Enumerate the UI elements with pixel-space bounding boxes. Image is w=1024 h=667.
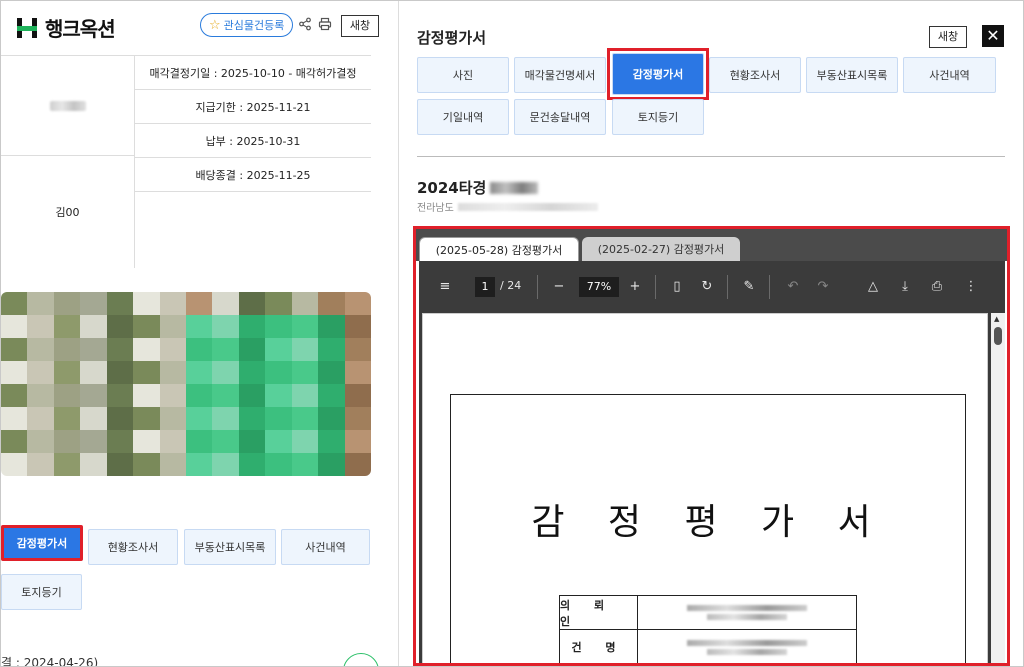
left-panel: 행크옥션 ☆ 관심물건등록 새창 김00 매각결정기일 : 2025-10-10… <box>1 1 399 667</box>
toolbar-separator <box>655 275 656 299</box>
blurred-text <box>49 100 86 111</box>
floating-circle-button[interactable] <box>343 653 379 666</box>
doc-label-subject: 건 명 <box>560 630 638 663</box>
info-left-column: 김00 <box>1 56 135 268</box>
left-btn-property-list[interactable]: 부동산표시목록 <box>184 529 276 565</box>
logo-text: 행크옥션 <box>45 17 116 41</box>
page-total: / 24 <box>500 279 522 292</box>
app-window: 행크옥션 ☆ 관심물건등록 새창 김00 매각결정기일 : 2025-10-10… <box>0 0 1024 667</box>
tab-sale-specification[interactable]: 매각물건명세서 <box>514 57 606 93</box>
download-icon[interactable]: ⤓ <box>897 279 913 295</box>
blurred-case-suffix <box>490 181 539 194</box>
doc-row-client: 의 뢰 인 <box>560 596 856 630</box>
owner-cell: 김00 <box>55 206 80 219</box>
property-photo-pixelated[interactable] <box>1 292 371 476</box>
panel-new-window-button[interactable]: 새창 <box>929 26 967 48</box>
tab-schedule[interactable]: 기일내역 <box>417 99 509 135</box>
logo[interactable]: 행크옥션 <box>15 13 116 42</box>
info-row-distribution: 배당종결 : 2025-11-25 <box>135 158 371 192</box>
pdf-page: 감 정 평 가 서 의 뢰 인 건 명 <box>422 313 988 663</box>
left-btn-appraisal[interactable]: 감정평가서 <box>1 525 83 561</box>
pdf-scrollbar[interactable]: ▲ <box>991 313 1005 663</box>
zoom-in-icon[interactable]: + <box>627 279 643 295</box>
toolbar-separator <box>537 275 538 299</box>
info-row-payment-deadline: 지급기한 : 2025-11-21 <box>135 90 371 124</box>
toolbar-separator <box>769 275 770 299</box>
viewer-tab-2025-05-28[interactable]: (2025-05-28) 감정평가서 <box>419 237 579 261</box>
page-number-input[interactable]: 1 <box>475 277 495 297</box>
left-btn-case-history[interactable]: 사건내역 <box>281 529 370 565</box>
logo-icon <box>15 16 39 40</box>
viewer-tab-2025-02-27[interactable]: (2025-02-27) 감정평가서 <box>582 237 740 261</box>
toolbar-separator <box>727 275 728 299</box>
highlight-box-tab <box>607 48 709 100</box>
new-window-button[interactable]: 새창 <box>341 15 379 37</box>
scroll-thumb[interactable] <box>994 327 1002 345</box>
left-btn-status-report[interactable]: 현황조사서 <box>88 529 178 565</box>
print-icon[interactable]: ⎙ <box>929 279 945 295</box>
tab-land-registry[interactable]: 토지등기 <box>612 99 704 135</box>
info-row-payment: 납부 : 2025-10-31 <box>135 124 371 158</box>
favorite-button[interactable]: ☆ 관심물건등록 <box>200 13 294 37</box>
left-btn-land-registry[interactable]: 토지등기 <box>1 574 82 610</box>
blurred-address <box>457 202 598 211</box>
zoom-out-icon[interactable]: − <box>551 279 567 295</box>
divider <box>417 156 1005 157</box>
panel-title: 감정평가서 <box>417 29 487 47</box>
zoom-level-input[interactable]: 77% <box>579 277 619 297</box>
doc-label-client: 의 뢰 인 <box>560 596 638 629</box>
undo-icon[interactable]: ↶ <box>785 279 801 295</box>
auction-info-table: 김00 매각결정기일 : 2025-10-10 - 매각허가결정 지급기한 : … <box>1 55 371 268</box>
draw-icon[interactable]: ✎ <box>741 279 757 295</box>
fit-page-icon[interactable]: ▯ <box>669 279 685 295</box>
document-title: 감 정 평 가 서 <box>531 502 887 543</box>
case-number: 2024타경 <box>417 177 539 198</box>
favorite-label: 관심물건등록 <box>223 19 285 32</box>
tab-document-delivery[interactable]: 문건송달내역 <box>514 99 606 135</box>
document-info-table: 의 뢰 인 건 명 <box>559 595 857 663</box>
tab-photos[interactable]: 사진 <box>417 57 509 93</box>
share-icon[interactable] <box>297 17 313 33</box>
tab-status-report[interactable]: 현황조사서 <box>709 57 801 93</box>
document-border: 감 정 평 가 서 의 뢰 인 건 명 <box>450 394 966 663</box>
menu-icon[interactable]: ≡ <box>437 279 453 295</box>
address-prefix: 전라남도 <box>417 203 454 214</box>
scroll-up-icon[interactable]: ▲ <box>994 315 999 323</box>
pdf-toolbar: ≡ 1 / 24 − 77% + ▯ ↻ ✎ ↶ ↷ △ ⤓ ⎙ ⋮ <box>419 261 1005 313</box>
pdf-content-area: 감 정 평 가 서 의 뢰 인 건 명 ▲ <box>419 313 1005 663</box>
property-address: 전라남도 <box>417 199 598 214</box>
print-icon[interactable] <box>317 17 333 33</box>
blurred-value <box>638 630 856 663</box>
info-cell-blurred <box>1 56 134 156</box>
drive-icon[interactable]: △ <box>865 279 881 295</box>
document-panel: 감정평가서 새창 ✕ 사진 매각물건명세서 감정평가서 현황조사서 부동산표시목… <box>400 1 1023 666</box>
more-icon[interactable]: ⋮ <box>963 279 979 295</box>
date-fragment: 결 : 2024-04-26) <box>1 656 99 667</box>
doc-row-subject: 건 명 <box>560 630 856 663</box>
star-icon: ☆ <box>209 17 221 33</box>
info-right-column: 매각결정기일 : 2025-10-10 - 매각허가결정 지급기한 : 2025… <box>135 56 371 192</box>
tab-case-history[interactable]: 사건내역 <box>903 57 996 93</box>
case-number-text: 2024타경 <box>417 179 487 197</box>
redo-icon[interactable]: ↷ <box>815 279 831 295</box>
close-icon[interactable]: ✕ <box>982 25 1004 47</box>
blurred-value <box>638 596 856 629</box>
info-row-decision-date: 매각결정기일 : 2025-10-10 - 매각허가결정 <box>135 56 371 90</box>
tab-property-list[interactable]: 부동산표시목록 <box>806 57 898 93</box>
rotate-icon[interactable]: ↻ <box>699 279 715 295</box>
pdf-viewer-highlighted: (2025-05-28) 감정평가서 (2025-02-27) 감정평가서 ≡ … <box>413 226 1010 666</box>
